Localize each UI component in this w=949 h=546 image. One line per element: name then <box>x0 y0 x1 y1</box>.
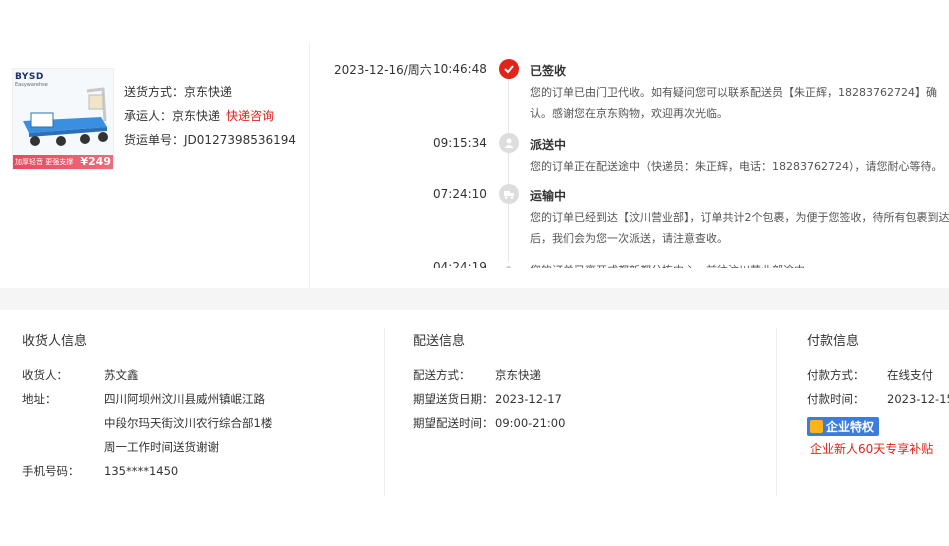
enterprise-promo-link[interactable]: 企业新人60天专享补贴 <box>810 440 949 457</box>
courier-icon <box>499 133 519 153</box>
product-price-value: 249 <box>88 155 111 168</box>
payment-time-row: 付款时间： 2023-12-15 <box>807 387 949 411</box>
shipping-method-row: 送货方式：京东快递 <box>124 80 296 104</box>
delivery-time-row: 期望配送时间： 09:00-21:00 <box>413 411 565 435</box>
delivery-date-label: 期望送货日期： <box>413 392 494 406</box>
timeline-time: 10:46:48 <box>433 62 487 76</box>
brand-logo-text: BYSD <box>15 72 44 82</box>
payment-info-section: 付款信息 付款方式： 在线支付 付款时间： 2023-12-15 企业特权 企业… <box>807 330 949 457</box>
timeline-date: 2023-12-16/周六 <box>334 63 432 77</box>
receiver-address-label: 地址： <box>22 392 57 406</box>
receiver-info-section: 收货人信息 收货人： 苏文鑫 地址： 四川阿坝州汶川县威州镇岷江路 中段尔玛天街… <box>22 330 272 483</box>
product-price: ¥249 <box>80 155 111 168</box>
receiver-address-row: 地址： 四川阿坝州汶川县威州镇岷江路 中段尔玛天街汶川农行综合部1楼 周一工作时… <box>22 387 272 459</box>
timeline-time: 07:24:10 <box>433 187 487 201</box>
payment-time-value: 2023-12-15 <box>887 392 949 406</box>
timeline-title: 运输中 <box>530 189 567 203</box>
product-thumbnail[interactable]: BYSD Easywarehse 加厚轻音 更强支撑 ¥249 <box>12 68 114 170</box>
enterprise-privilege-label: 企业特权 <box>826 420 875 434</box>
payment-method-row: 付款方式： 在线支付 <box>807 363 949 387</box>
delivery-time-value: 09:00-21:00 <box>495 416 566 430</box>
timeline-dot <box>506 266 511 268</box>
column-divider <box>776 328 777 496</box>
enterprise-privilege-badge[interactable]: 企业特权 <box>807 417 880 436</box>
delivery-info-section: 配送信息 配送方式： 京东快递 期望送货日期： 2023-12-17 期望配送时… <box>413 330 565 435</box>
payment-time-label: 付款时间： <box>807 392 865 406</box>
timeline-connector <box>508 74 509 136</box>
order-tracking-panel: BYSD Easywarehse 加厚轻音 更强支撑 ¥249 送货方式：京东快… <box>0 0 949 288</box>
receiver-phone-value: 135****1450 <box>104 464 179 478</box>
shipping-summary: 送货方式：京东快递 承运人：京东快递 快递咨询 货运单号：JD0127398536… <box>124 80 296 152</box>
carrier-value: 京东快递 <box>172 109 221 123</box>
carrier-row: 承运人：京东快递 快递咨询 <box>124 104 296 128</box>
delivery-time-label: 期望配送时间： <box>413 416 494 430</box>
timeline-title: 派送中 <box>530 138 567 152</box>
delivery-method-row: 配送方式： 京东快递 <box>413 363 565 387</box>
delivery-method-value: 京东快递 <box>495 368 541 382</box>
receiver-address-line: 中段尔玛天街汶川农行综合部1楼 <box>104 416 273 430</box>
timeline-description: 您的订单正在配送途中（快递员：朱正辉，电话：18283762724），请您耐心等… <box>530 160 943 173</box>
receiver-info-title: 收货人信息 <box>22 334 88 349</box>
receiver-address-line: 四川阿坝州汶川县威州镇岷江路 <box>104 392 265 406</box>
payment-method-label: 付款方式： <box>807 368 865 382</box>
receiver-address-line: 周一工作时间送货谢谢 <box>104 440 219 454</box>
delivery-date-value: 2023-12-17 <box>495 392 562 406</box>
timeline-title: 已签收 <box>530 64 567 78</box>
panel-divider <box>309 42 310 288</box>
delivery-info-title: 配送信息 <box>413 334 466 349</box>
timeline-description: 您的订单已经到达【汶川营业部】，订单共计2个包裹，为便于您签收，待所有包裹到达后… <box>530 211 949 245</box>
truck-icon <box>499 184 519 204</box>
timeline-time: 09:15:34 <box>433 136 487 150</box>
timeline-time: 04:24:19 <box>433 260 487 268</box>
payment-info-title: 付款信息 <box>807 334 860 349</box>
section-separator <box>0 288 949 310</box>
timeline-connector <box>508 200 509 262</box>
check-icon <box>499 59 519 79</box>
carrier-label: 承运人： <box>124 109 173 123</box>
waybill-number: JD0127398536194 <box>184 133 297 147</box>
receiver-name-value: 苏文鑫 <box>104 368 139 382</box>
timeline-connector <box>508 150 509 186</box>
delivery-method-label: 配送方式： <box>413 368 471 382</box>
tracking-timeline[interactable]: 2023-12-16/周六 10:46:48 已签收 您的订单已由门卫代收。如有… <box>318 56 949 268</box>
shipping-method-label: 送货方式： <box>124 85 185 99</box>
cart-image <box>23 87 108 146</box>
receiver-phone-label: 手机号码： <box>22 464 80 478</box>
payment-method-value: 在线支付 <box>887 368 933 382</box>
shipping-method-value: 京东快递 <box>184 85 233 99</box>
timeline-description: 您的订单已由门卫代收。如有疑问您可以联系配送员【朱正辉，18283762724】… <box>530 86 937 120</box>
product-banner-text: 加厚轻音 更强支撑 <box>15 158 74 166</box>
timeline-description: 您的订单已离开成都新都分拣中心，前往汶川营业部途中 <box>530 260 949 268</box>
brand-logo: BYSD Easywarehse <box>15 72 48 88</box>
delivery-date-row: 期望送货日期： 2023-12-17 <box>413 387 565 411</box>
column-divider <box>384 328 385 496</box>
receiver-name-label: 收货人： <box>22 368 68 382</box>
express-consult-link[interactable]: 快递咨询 <box>226 109 274 123</box>
waybill-label: 货运单号： <box>124 133 185 147</box>
receiver-phone-row: 手机号码： 135****1450 <box>22 459 272 483</box>
receiver-name-row: 收货人： 苏文鑫 <box>22 363 272 387</box>
waybill-row: 货运单号：JD0127398536194 <box>124 128 296 152</box>
gift-icon <box>810 420 823 433</box>
